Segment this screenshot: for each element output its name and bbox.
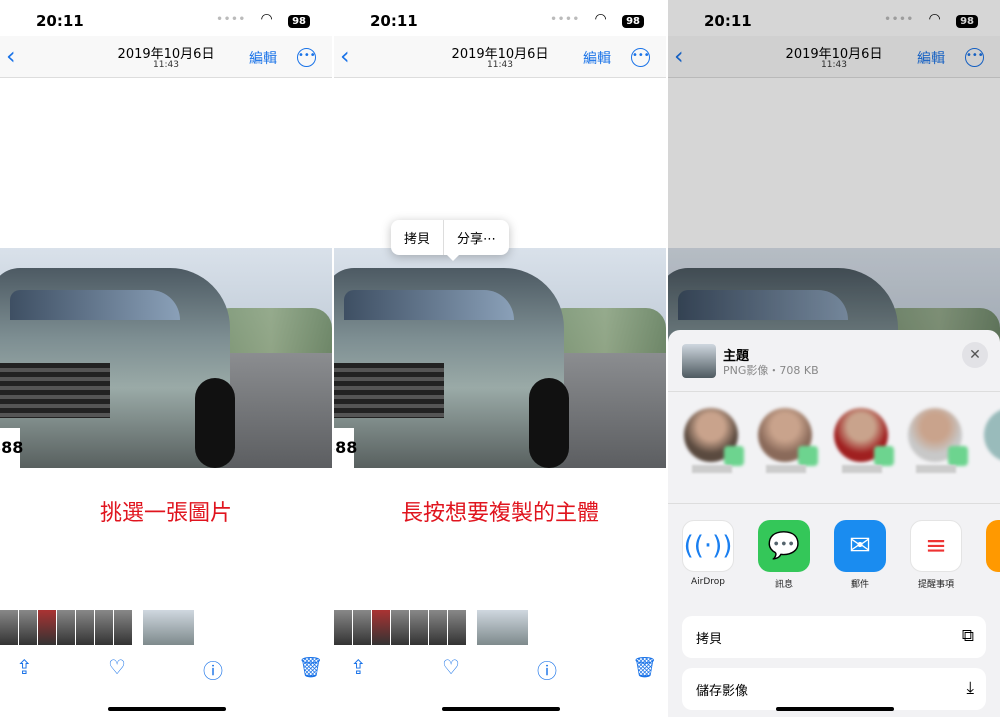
license-plate: 888 <box>334 428 357 468</box>
instruction-caption: 長按想要複製的主體 <box>400 501 599 526</box>
photo-time: 11:43 <box>153 60 179 70</box>
share-app-0[interactable]: ((·)) AirDrop <box>682 520 734 587</box>
phone-screen-2: 20:11 •••• ◠ 98 ‹ 2019年10月6日 11:43 編輯 ••… <box>334 0 666 717</box>
heart-icon[interactable]: ♡ <box>442 655 460 679</box>
instruction-caption: 挑選一張圖片 <box>99 501 232 526</box>
home-indicator <box>442 707 560 711</box>
edit-button[interactable]: 編輯 <box>583 48 611 68</box>
photo-time: 11:43 <box>487 60 513 70</box>
share-app-more[interactable] <box>986 520 1000 572</box>
battery-icon: 98 <box>288 15 310 28</box>
car-photo[interactable]: 888 <box>334 248 666 468</box>
context-menu: 拷貝 分享⋯ <box>391 220 510 261</box>
app-label: AirDrop <box>690 577 725 587</box>
phone-screen-3: 20:11 •••• ◠ 98 ‹ 2019年10月6日 11:43 編輯 ••… <box>668 0 1000 717</box>
messages-icon: 💬 <box>758 520 810 572</box>
home-indicator <box>108 707 226 711</box>
download-icon: ⤓ <box>966 678 974 698</box>
contact-name <box>692 465 732 473</box>
car-wheel <box>529 378 569 468</box>
airdrop-icon: ((·)) <box>682 520 734 572</box>
books-icon <box>986 520 1000 572</box>
bottom-toolbar: ⇪ ♡ ⓘ 🗑 <box>0 655 332 685</box>
nav-bar: ‹ 2019年10月6日 11:43 編輯 ••• <box>334 36 666 78</box>
app-label: 訊息 <box>774 580 793 590</box>
status-time: 20:11 <box>36 12 84 30</box>
app-label: 提醒事項 <box>917 580 954 590</box>
copy-icon: ⧉ <box>961 626 974 646</box>
contact-avatar[interactable] <box>984 408 1000 462</box>
wifi-icon: ◠ <box>595 11 606 27</box>
license-plate: 888 <box>0 428 23 468</box>
share-app-1[interactable]: 💬 訊息 <box>758 520 810 590</box>
mail-icon: ✉ <box>834 520 886 572</box>
action-label: 拷貝 <box>696 632 723 647</box>
more-icon[interactable]: ••• <box>631 48 650 67</box>
phone-screen-1: 20:11 •••• ◠ 98 ‹ 2019年10月6日 11:43 編輯 ••… <box>0 0 332 717</box>
contact-avatar[interactable] <box>834 408 894 466</box>
contact-avatar[interactable] <box>758 408 818 466</box>
signal-icon: •••• <box>216 14 246 25</box>
edit-button[interactable]: 編輯 <box>249 48 277 68</box>
contact-name <box>766 465 806 473</box>
share-icon[interactable]: ⇪ <box>350 655 367 679</box>
reminders-icon: ≡ <box>910 520 962 572</box>
battery-icon: 98 <box>622 15 644 28</box>
copy-menu-item[interactable]: 拷貝 <box>391 220 443 255</box>
share-app-3[interactable]: ≡ 提醒事項 <box>910 520 962 590</box>
thumbnail-strip[interactable] <box>0 610 195 645</box>
nav-bar: ‹ 2019年10月6日 11:43 編輯 ••• <box>0 36 332 78</box>
app-label: 郵件 <box>850 580 869 590</box>
info-icon[interactable]: ⓘ <box>203 655 223 684</box>
trash-icon[interactable]: 🗑 <box>298 655 323 679</box>
preview-thumbnail <box>682 344 716 378</box>
wifi-icon: ◠ <box>261 11 272 27</box>
copy-action[interactable]: 拷貝 ⧉ <box>682 616 986 658</box>
contact-avatar[interactable] <box>908 408 968 466</box>
heart-icon[interactable]: ♡ <box>108 655 126 679</box>
share-icon[interactable]: ⇪ <box>16 655 33 679</box>
bottom-toolbar: ⇪ ♡ ⓘ 🗑 <box>334 655 666 685</box>
status-bar: 20:11 •••• ◠ 98 <box>36 11 312 32</box>
car-wheel <box>195 378 235 468</box>
info-icon[interactable]: ⓘ <box>537 655 557 684</box>
share-app-2[interactable]: ✉ 郵件 <box>834 520 886 590</box>
action-label: 儲存影像 <box>696 684 749 699</box>
share-subtitle: PNG影像・708 KB <box>723 364 819 377</box>
more-icon[interactable]: ••• <box>297 48 316 67</box>
status-time: 20:11 <box>370 12 418 30</box>
share-sheet: 主題 PNG影像・708 KB ✕ ((·)) AirDrop 💬 訊息 ✉ 郵件 ≡ 提醒事… <box>668 330 1000 717</box>
status-bar: 20:11 •••• ◠ 98 <box>370 11 646 32</box>
thumbnail-strip[interactable] <box>334 610 529 645</box>
home-indicator <box>776 707 894 711</box>
contact-avatar[interactable] <box>684 408 744 466</box>
share-menu-item[interactable]: 分享⋯ <box>443 220 509 255</box>
close-icon[interactable]: ✕ <box>962 342 988 368</box>
car-photo: 888 <box>0 248 332 468</box>
contact-name <box>842 465 882 473</box>
contact-name <box>916 465 956 473</box>
trash-icon[interactable]: 🗑 <box>632 655 657 679</box>
save-image-action[interactable]: 儲存影像 ⤓ <box>682 668 986 710</box>
signal-icon: •••• <box>550 14 580 25</box>
